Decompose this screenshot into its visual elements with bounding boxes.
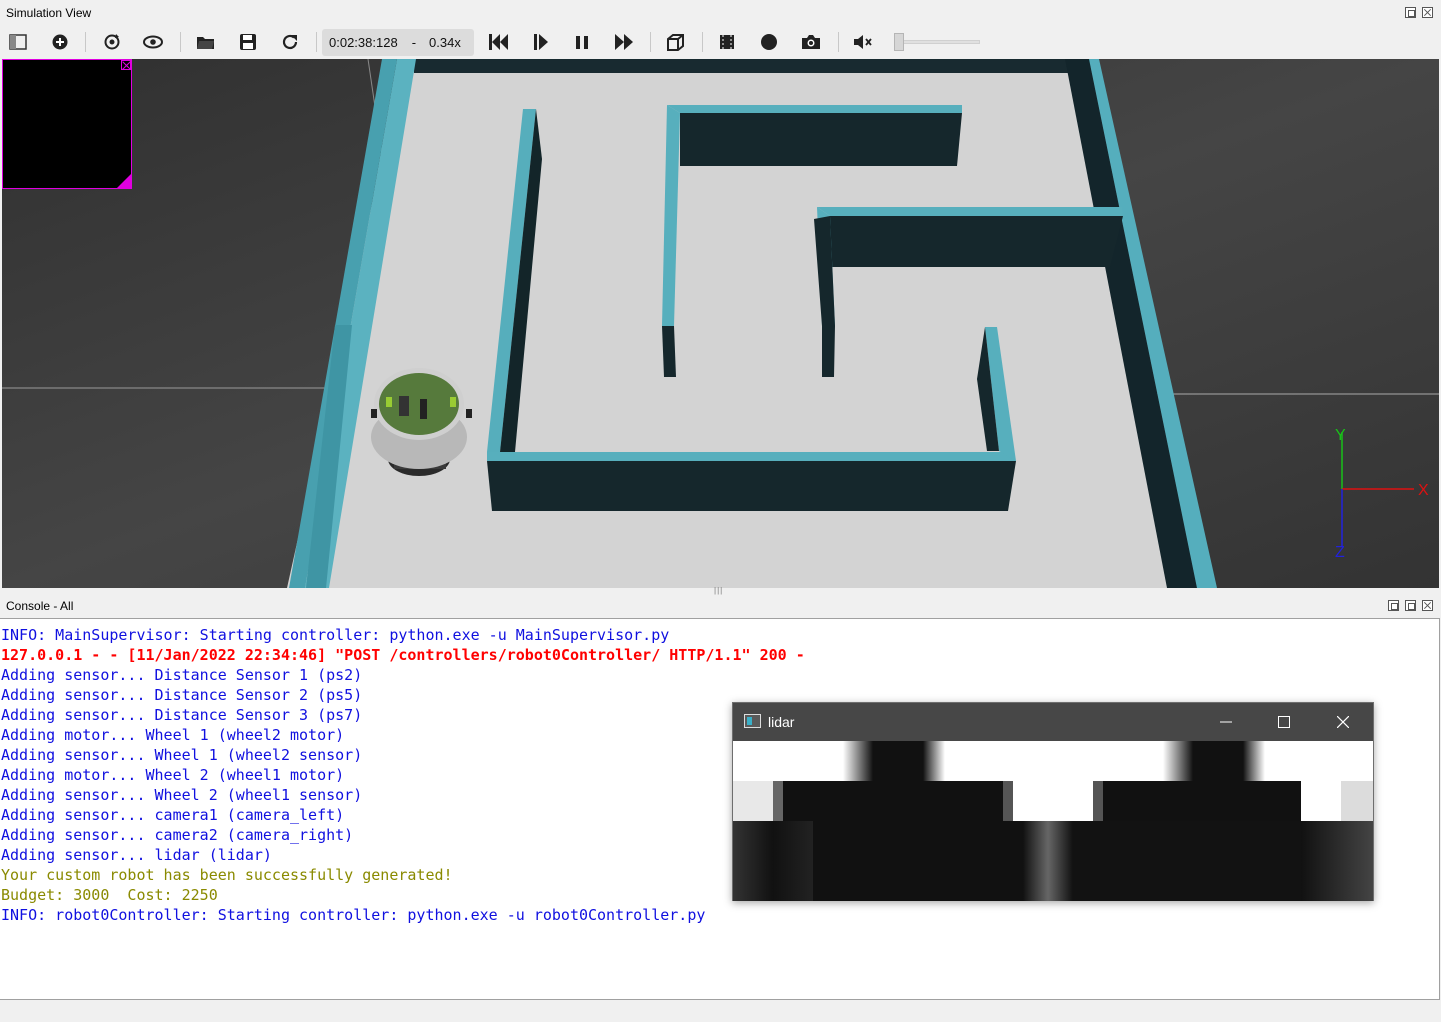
view-options-icon[interactable] xyxy=(139,26,167,58)
rendering-toggle-icon[interactable] xyxy=(661,26,689,58)
minimize-icon[interactable] xyxy=(1197,703,1255,741)
record-animation-icon[interactable] xyxy=(755,26,783,58)
inner-wall-bottom-face xyxy=(487,461,1016,511)
open-world-icon[interactable] xyxy=(192,26,220,58)
save-world-icon[interactable] xyxy=(234,26,262,58)
inner-wall-bottom-top xyxy=(487,452,1016,461)
lidar-titlebar[interactable]: lidar xyxy=(733,703,1373,741)
fast-forward-icon[interactable] xyxy=(610,26,638,58)
panel-splitter-handle[interactable]: ||| xyxy=(714,587,722,595)
3d-scene-view[interactable]: Y X Z xyxy=(2,59,1439,588)
clock-separator: - xyxy=(411,35,417,50)
console-line: INFO: robot0Controller: Starting control… xyxy=(1,906,706,924)
back-wall xyxy=(414,59,1095,73)
close-panel-icon[interactable] xyxy=(1422,7,1433,18)
simulation-speed: 0.34x xyxy=(429,35,461,50)
volume-slider-handle[interactable] xyxy=(894,33,904,51)
reload-world-icon[interactable] xyxy=(98,26,126,58)
resize-overlay-handle[interactable] xyxy=(117,174,131,188)
float-panel-icon[interactable] xyxy=(1405,7,1416,18)
screenshot-icon[interactable] xyxy=(797,26,825,58)
close-console-icon[interactable] xyxy=(1422,600,1433,611)
volume-slider[interactable] xyxy=(894,40,980,44)
step-back-icon[interactable] xyxy=(484,26,512,58)
axis-y-label: Y xyxy=(1335,427,1346,444)
lidar-window[interactable]: lidar xyxy=(732,702,1374,901)
axis-x-label: X xyxy=(1418,482,1429,499)
lidar-depth-image xyxy=(733,741,1373,901)
camera-overlay[interactable] xyxy=(2,59,132,189)
scene-tree-toggle-icon[interactable] xyxy=(4,26,32,58)
console-titlebar: Console - All xyxy=(0,595,1441,617)
simulation-clock: 0:02:38:128 - 0.34x xyxy=(322,29,474,56)
console-line: INFO: MainSupervisor: Starting controlle… xyxy=(1,626,670,644)
console-line: 127.0.0.1 - - [11/Jan/2022 22:34:46] "PO… xyxy=(1,646,805,664)
close-icon[interactable] xyxy=(1314,703,1372,741)
inner-wall-2-end xyxy=(662,326,676,377)
inner-wall-top-lip xyxy=(667,105,962,113)
simulation-view-titlebar: Simulation View xyxy=(0,2,1441,24)
reset-simulation-icon[interactable] xyxy=(276,26,304,58)
close-overlay-icon[interactable] xyxy=(121,60,131,70)
webots-app: Simulation View 0:02:38:128 - 0.34x Y X … xyxy=(0,0,1441,1022)
inner-wall-top-face xyxy=(680,113,962,166)
console-line: Adding sensor... Distance Sensor 1 (ps2) xyxy=(1,666,363,684)
inner-wall-mid-lip xyxy=(817,207,1123,216)
float-console-icon[interactable] xyxy=(1405,600,1416,611)
maximize-icon[interactable] xyxy=(1255,703,1313,741)
add-object-icon[interactable] xyxy=(46,26,74,58)
mute-icon[interactable] xyxy=(849,26,877,58)
pause-icon[interactable] xyxy=(568,26,596,58)
simulation-toolbar: 0:02:38:128 - 0.34x xyxy=(0,26,1441,58)
step-icon[interactable] xyxy=(527,26,555,58)
lidar-window-title: lidar xyxy=(768,714,795,730)
simulation-time: 0:02:38:128 xyxy=(329,35,398,50)
console-title: Console - All xyxy=(6,599,74,613)
inner-wall-mid-face xyxy=(830,216,1123,267)
simulation-view-title: Simulation View xyxy=(6,6,92,20)
window-app-icon xyxy=(744,714,761,728)
console-menu-icon[interactable] xyxy=(1388,600,1399,611)
axis-z-label: Z xyxy=(1335,544,1345,561)
record-movie-icon[interactable] xyxy=(713,26,741,58)
